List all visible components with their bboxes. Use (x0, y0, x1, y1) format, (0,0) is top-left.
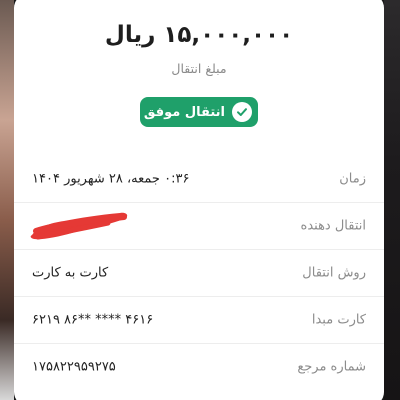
detail-row-sender: انتقال دهنده (14, 203, 384, 250)
background-photo-left (0, 0, 14, 400)
transfer-amount: ۱۵,۰۰۰,۰۰۰ ریال (104, 22, 294, 48)
detail-label: شماره مرجع (297, 359, 366, 375)
detail-value: ۶۲۱۹ ۸۶** **** ۴۶۱۶ (32, 312, 154, 328)
status-badge: انتقال موفق (140, 97, 258, 127)
detail-label: کارت مبدا (311, 312, 366, 328)
background-photo-right (384, 0, 400, 400)
transfer-receipt-card: ۱۵,۰۰۰,۰۰۰ ریال مبلغ انتقال انتقال موفق … (14, 0, 384, 400)
detail-label: روش انتقال (302, 265, 366, 281)
detail-label: انتقال دهنده (300, 218, 366, 234)
detail-value: کارت به کارت (32, 265, 109, 281)
detail-value: ۱۷۵۸۲۲۹۵۹۲۷۵ (32, 359, 116, 375)
detail-label: زمان (339, 171, 366, 187)
amount-caption: مبلغ انتقال (171, 61, 227, 76)
details-list: زمان ۰:۳۶ جمعه، ۲۸ شهریور ۱۴۰۴ انتقال ده… (14, 156, 384, 390)
detail-row-time: زمان ۰:۳۶ جمعه، ۲۸ شهریور ۱۴۰۴ (14, 156, 384, 203)
detail-row-method: روش انتقال کارت به کارت (14, 250, 384, 297)
redaction-scribble (30, 212, 128, 240)
detail-value: ۰:۳۶ جمعه، ۲۸ شهریور ۱۴۰۴ (32, 171, 190, 187)
detail-row-reference: شماره مرجع ۱۷۵۸۲۲۹۵۹۲۷۵ (14, 344, 384, 390)
detail-row-source-card: کارت مبدا ۶۲۱۹ ۸۶** **** ۴۶۱۶ (14, 297, 384, 344)
status-label: انتقال موفق (143, 104, 225, 120)
check-icon (232, 102, 252, 122)
